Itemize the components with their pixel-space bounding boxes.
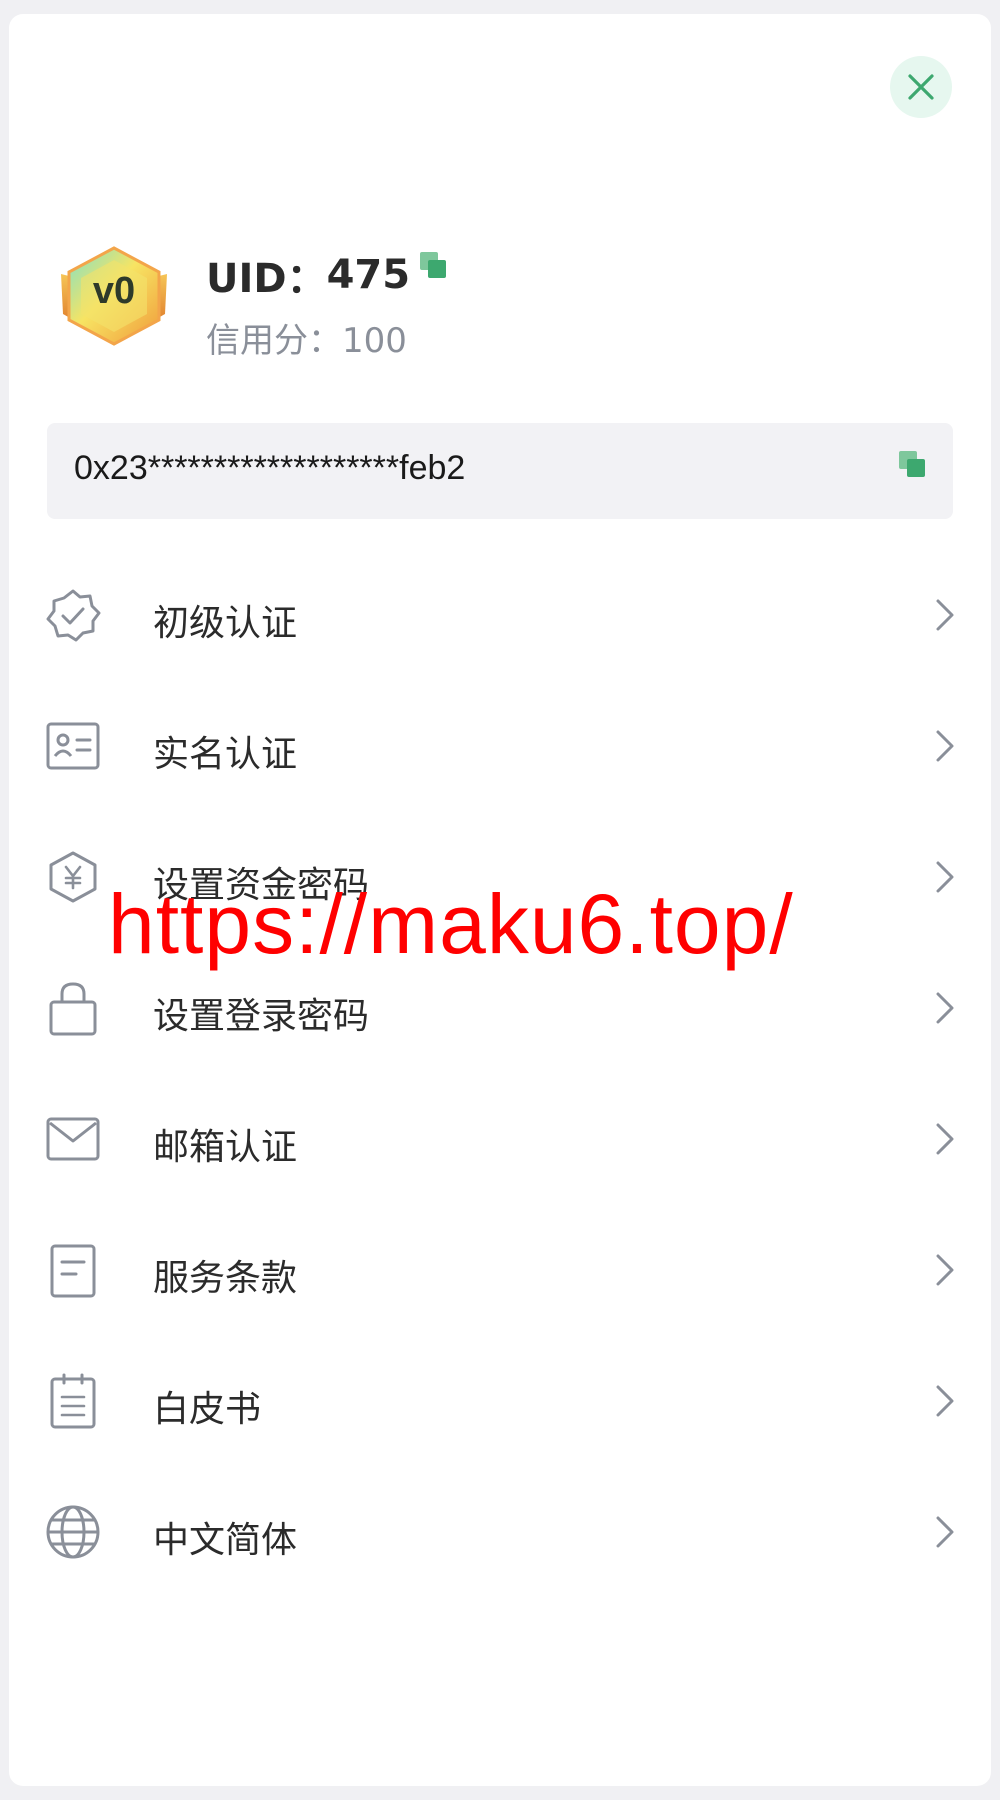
credit-label: 信用分：	[206, 321, 342, 361]
document-icon	[50, 1244, 96, 1298]
menu-label-login-password: 设置登录密码	[153, 996, 370, 1037]
chevron-right-icon	[936, 599, 954, 631]
wallet-address: 0x23*******************feb2	[74, 449, 466, 487]
menu-item-whitepaper[interactable]: 白皮书	[0, 1346, 1000, 1456]
yuan-shield-icon	[49, 851, 97, 903]
menu-label-terms-of-service: 服务条款	[153, 1258, 298, 1299]
menu-label-email-verification: 邮箱认证	[153, 1127, 298, 1168]
verified-badge-icon	[46, 589, 101, 642]
menu-item-terms-of-service[interactable]: 服务条款	[0, 1215, 1000, 1325]
globe-icon	[46, 1505, 100, 1559]
chevron-right-icon	[936, 730, 954, 762]
credit-value: 100	[342, 321, 407, 361]
close-button[interactable]	[890, 56, 952, 118]
chevron-right-icon	[936, 1516, 954, 1548]
level-badge-text: v0	[92, 270, 136, 312]
chevron-right-icon	[936, 1385, 954, 1417]
close-icon	[908, 74, 934, 100]
uid-line: UID： 475	[206, 246, 410, 304]
menu-item-basic-verification[interactable]: 初级认证	[0, 560, 1000, 670]
chevron-right-icon	[936, 992, 954, 1024]
menu-item-email-verification[interactable]: 邮箱认证	[0, 1084, 1000, 1194]
menu-label-whitepaper: 白皮书	[153, 1389, 262, 1430]
menu-item-real-name-verification[interactable]: 实名认证	[0, 691, 1000, 801]
lock-icon	[49, 982, 97, 1036]
chevron-right-icon	[936, 1123, 954, 1155]
copy-uid-icon[interactable]	[418, 250, 448, 280]
clipboard-icon	[50, 1373, 96, 1429]
mail-icon	[46, 1117, 100, 1161]
copy-address-icon[interactable]	[897, 449, 927, 479]
wallet-address-box: 0x23*******************feb2	[47, 423, 953, 519]
menu-label-basic-verification: 初级认证	[153, 603, 298, 644]
menu-label-real-name-verification: 实名认证	[153, 734, 298, 775]
chevron-right-icon	[936, 1254, 954, 1286]
chevron-right-icon	[936, 861, 954, 893]
menu-label-language: 中文简体	[153, 1520, 298, 1561]
menu-item-language[interactable]: 中文简体	[0, 1477, 1000, 1587]
credit-score: 信用分：100	[206, 313, 407, 362]
uid-label: UID：	[206, 256, 327, 302]
id-card-icon	[46, 722, 100, 770]
watermark-url: https://maku6.top/	[108, 877, 794, 971]
uid-value: 475	[326, 252, 411, 298]
